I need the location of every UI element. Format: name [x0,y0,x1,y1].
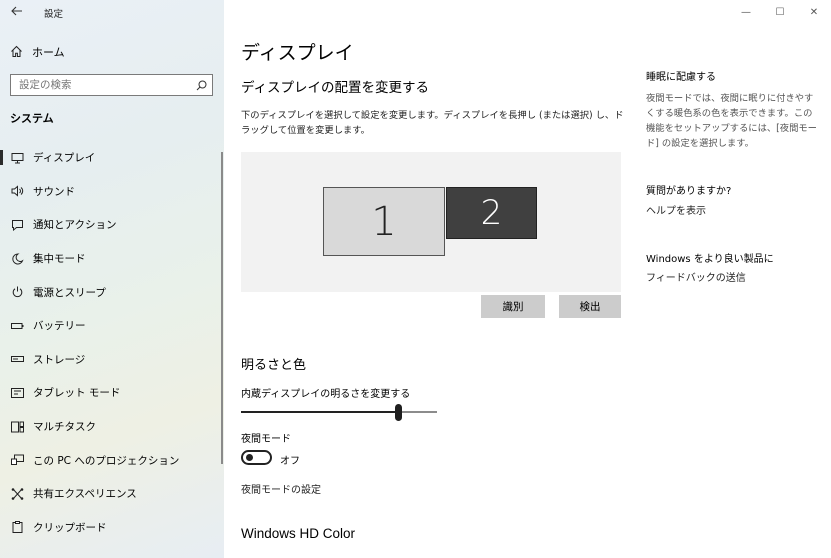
night-light-toggle[interactable] [241,450,272,465]
search-input[interactable] [11,79,190,91]
night-light-settings-link[interactable]: 夜間モードの設定 [241,481,321,496]
sidebar-item-shared[interactable]: 共有エクスペリエンス [0,477,224,511]
monitor-2[interactable]: 2 [446,187,537,239]
close-button[interactable]: ✕ [797,0,831,24]
sidebar-item-label: 集中モード [33,253,86,266]
brightness-label: 内蔵ディスプレイの明るさを変更する [241,389,411,400]
sidebar-item-tablet[interactable]: タブレット モード [0,376,224,410]
minimize-button[interactable]: — [729,0,763,24]
battery-icon [10,319,24,333]
detect-button[interactable]: 検出 [559,295,621,318]
multitask-icon [10,420,24,434]
home-nav-item[interactable]: ホーム [10,42,65,62]
arrange-description: 下のディスプレイを選択して設定を変更します。ディスプレイを長押し (または選択)… [241,110,624,136]
monitor-icon [10,151,24,165]
sidebar-item-sound[interactable]: サウンド [0,175,224,209]
clipboard-icon [10,520,24,534]
display-arrangement-canvas[interactable]: 1 2 [241,152,621,292]
sidebar-item-focus[interactable]: 集中モード [0,242,224,276]
sidebar-item-projection[interactable]: この PC へのプロジェクション [0,443,224,477]
app-title: 設定 [44,9,64,20]
sleep-section: 睡眠に配慮する 夜間モードでは、夜間に眠りに付きやすくする暖色系の色を表示できま… [646,70,821,151]
home-icon [10,43,24,62]
hdr-heading: Windows HD Color [241,526,356,541]
brightness-slider[interactable] [241,403,437,421]
message-icon [10,218,24,232]
projection-icon [10,453,24,467]
page-title: ディスプレイ [241,42,354,64]
help-link[interactable]: ヘルプを表示 [646,204,821,219]
sidebar-item-battery[interactable]: バッテリー [0,309,224,343]
speaker-icon [10,184,24,198]
home-label: ホーム [32,46,65,59]
sidebar-item-storage[interactable]: ストレージ [0,343,224,377]
sidebar-item-label: クリップボード [33,521,107,534]
back-arrow-icon [11,6,22,16]
sidebar-item-clipboard[interactable]: クリップボード [0,511,224,545]
sidebar-item-power[interactable]: 電源とスリープ [0,275,224,309]
maximize-button[interactable]: ☐ [763,0,797,24]
feedback-section: Windows をより良い製品に フィードバックの送信 [646,252,821,286]
identify-button[interactable]: 識別 [481,295,545,318]
sidebar-item-label: この PC へのプロジェクション [33,454,180,467]
sidebar-scrollbar[interactable] [221,152,223,464]
back-button[interactable] [6,3,28,23]
sidebar-item-label: タブレット モード [33,387,121,400]
sidebar-item-label: ストレージ [33,353,86,366]
sidebar-item-label: 共有エクスペリエンス [33,488,137,501]
section-heading: システム [10,112,54,125]
search-icon[interactable] [190,80,212,91]
sidebar-item-label: サウンド [33,185,75,198]
storage-icon [10,352,24,366]
window-controls: — ☐ ✕ [729,0,831,24]
title-bar: 設定 [0,0,224,26]
sidebar-item-multitasking[interactable]: マルチタスク [0,410,224,444]
question-section: 質問がありますか? ヘルプを表示 [646,184,821,219]
search-box[interactable] [10,74,213,96]
moon-icon [10,252,24,266]
sidebar-item-label: 通知とアクション [33,219,117,232]
power-icon [10,285,24,299]
arrange-heading: ディスプレイの配置を変更する [241,80,430,96]
toggle-knob [246,454,253,461]
night-light-state: オフ [280,456,300,467]
sidebar-item-label: バッテリー [33,320,86,333]
sidebar-item-label: マルチタスク [33,421,96,434]
sidebar-item-label: 電源とスリープ [33,286,106,299]
sidebar-nav: ディスプレイ サウンド 通知とアクション 集中モード 電源とスリープ バッテリー… [0,141,224,544]
slider-thumb[interactable] [395,404,402,421]
monitor-1[interactable]: 1 [323,187,445,256]
sidebar-item-display[interactable]: ディスプレイ [0,141,224,175]
brightness-heading: 明るさと色 [241,358,307,373]
tablet-icon [10,386,24,400]
feedback-link[interactable]: フィードバックの送信 [646,271,821,286]
slider-fill [241,411,398,413]
shared-icon [10,487,24,501]
improve-title: Windows をより良い製品に [646,254,774,265]
sidebar: 設定 ホーム システム ディスプレイ サウンド 通知とアクション 集中モード [0,0,224,558]
question-title: 質問がありますか? [646,186,732,197]
sleep-title: 睡眠に配慮する [646,72,716,83]
sidebar-item-label: ディスプレイ [33,152,96,165]
sidebar-item-notifications[interactable]: 通知とアクション [0,208,224,242]
sleep-description: 夜間モードでは、夜間に眠りに付きやすくする暖色系の色を表示できます。この機能をセ… [646,93,817,149]
main-content: — ☐ ✕ ディスプレイ ディスプレイの配置を変更する 下のディスプレイを選択し… [224,0,831,558]
night-light-label: 夜間モード [241,434,291,445]
